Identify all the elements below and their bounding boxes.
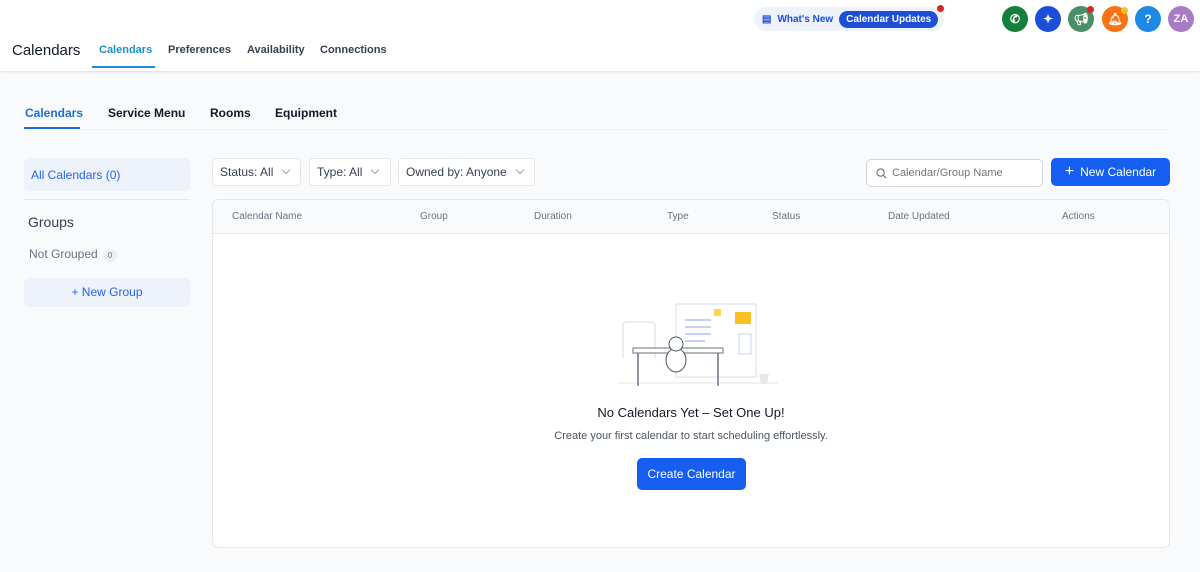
help-icon[interactable]: ?	[1135, 6, 1161, 32]
top-bar: Calendars Calendars Preferences Availabi…	[0, 0, 1200, 72]
megaphone-badge	[1087, 6, 1094, 13]
avatar[interactable]: ZA	[1168, 6, 1194, 32]
subtab-service-menu[interactable]: Service Menu	[108, 106, 185, 120]
search-input[interactable]	[892, 167, 1037, 179]
empty-state-title: No Calendars Yet – Set One Up!	[597, 405, 785, 420]
col-calendar-name: Calendar Name	[232, 211, 303, 222]
chevron-down-icon	[282, 165, 291, 175]
plus-icon: +	[1064, 163, 1075, 180]
subtab-divider	[24, 129, 1170, 130]
calendars-table: Calendar Name Group Duration Type Status…	[212, 199, 1170, 548]
col-actions: Actions	[1062, 211, 1095, 222]
new-group-button[interactable]: + New Group	[24, 278, 190, 307]
groups-heading: Groups	[28, 214, 74, 230]
subtab-rooms[interactable]: Rooms	[210, 106, 251, 120]
create-calendar-button[interactable]: Create Calendar	[637, 458, 746, 490]
empty-state-illustration	[618, 303, 778, 386]
owned-by-filter[interactable]: Owned by: Anyone	[398, 158, 535, 186]
not-grouped-count: 0	[102, 249, 118, 262]
sidebar-not-grouped[interactable]: Not Grouped 0	[29, 247, 118, 262]
app-title: Calendars	[12, 42, 81, 59]
col-type: Type	[667, 211, 689, 222]
type-filter-label: Type: All	[317, 165, 363, 179]
whats-new-label: What's New	[777, 13, 834, 25]
notification-dot	[937, 5, 944, 12]
whats-new-button[interactable]: ▤ What's New Calendar Updates	[754, 7, 944, 31]
status-filter[interactable]: Status: All	[212, 158, 301, 186]
new-calendar-label: New Calendar	[1080, 165, 1157, 179]
bell-badge	[1121, 7, 1128, 14]
tab-availability[interactable]: Availability	[247, 44, 305, 56]
active-tab-underline	[92, 66, 155, 68]
tab-preferences[interactable]: Preferences	[168, 44, 231, 56]
new-calendar-button[interactable]: + New Calendar	[1051, 158, 1170, 186]
sidebar-all-calendars[interactable]: All Calendars (0)	[24, 158, 190, 191]
type-filter[interactable]: Type: All	[309, 158, 391, 186]
phone-icon[interactable]: ✆	[1002, 6, 1028, 32]
calendar-chat-icon: ▤	[762, 13, 772, 25]
subtab-calendars[interactable]: Calendars	[25, 106, 83, 120]
chevron-down-icon	[515, 165, 524, 175]
col-date-updated: Date Updated	[888, 211, 950, 222]
chevron-down-icon	[371, 165, 380, 175]
owned-by-filter-label: Owned by: Anyone	[406, 165, 507, 179]
search-box[interactable]	[866, 159, 1043, 187]
table-header: Calendar Name Group Duration Type Status…	[213, 200, 1169, 234]
tab-calendars[interactable]: Calendars	[99, 44, 152, 56]
search-icon	[876, 167, 887, 178]
empty-state-subtitle: Create your first calendar to start sche…	[554, 430, 828, 442]
status-filter-label: Status: All	[220, 165, 274, 179]
col-duration: Duration	[534, 211, 572, 222]
calendar-updates-pill[interactable]: Calendar Updates	[839, 10, 939, 28]
subtab-equipment[interactable]: Equipment	[275, 106, 337, 120]
tab-connections[interactable]: Connections	[320, 44, 387, 56]
col-status: Status	[772, 211, 801, 222]
sidebar-divider	[24, 199, 190, 200]
col-group: Group	[420, 211, 448, 222]
sparkle-icon[interactable]: ✦	[1035, 6, 1061, 32]
active-subtab-underline	[24, 127, 80, 129]
not-grouped-label: Not Grouped	[29, 247, 98, 261]
